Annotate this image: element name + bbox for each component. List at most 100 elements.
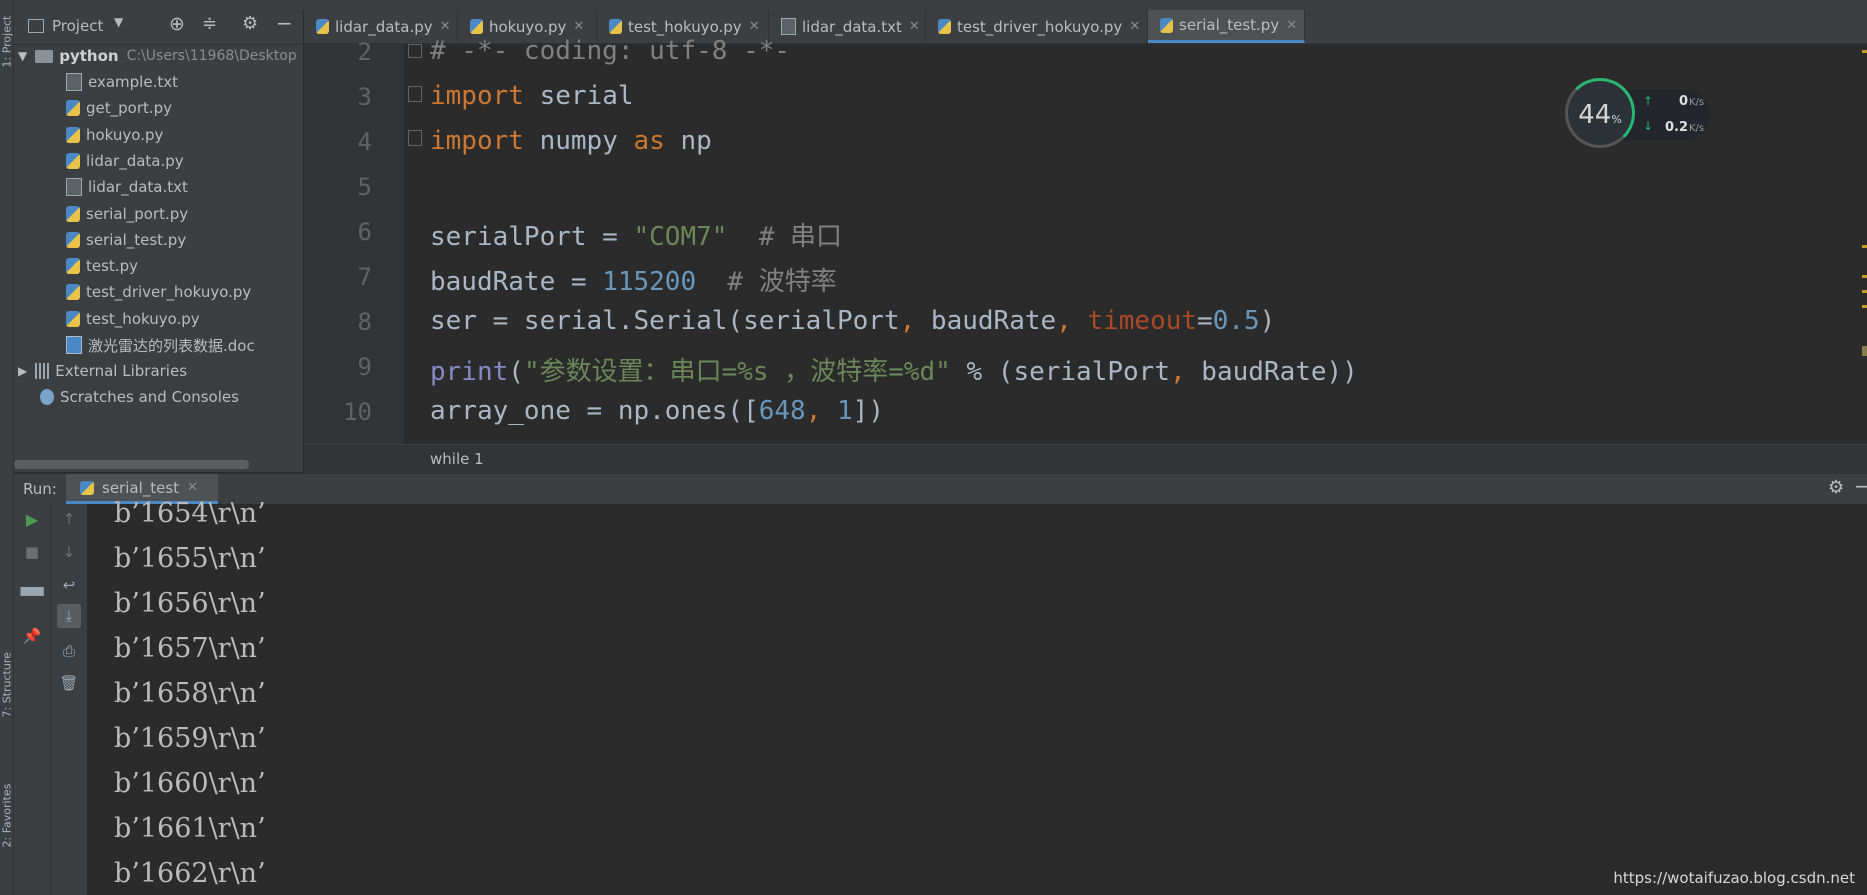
tree-file-label: serial_test.py — [86, 230, 187, 249]
tree-file-item[interactable]: hokuyo.py — [66, 123, 163, 147]
folder-icon — [35, 49, 54, 63]
stop-icon[interactable]: ■ — [23, 543, 41, 561]
collapse-all-icon[interactable]: ≑ — [202, 13, 217, 34]
tree-file-label: serial_port.py — [86, 204, 189, 223]
fold-marker-icon[interactable] — [408, 130, 422, 146]
python-file-icon — [1160, 17, 1173, 33]
run-tab-label: serial_test — [102, 478, 180, 497]
locate-icon[interactable]: ⊕ — [169, 13, 185, 35]
structure-tool-tab[interactable]: 7: Structure — [1, 652, 14, 717]
pin-icon[interactable]: 📌 — [23, 627, 42, 645]
scroll-marker — [1862, 290, 1867, 293]
editor-tab-label: test_driver_hokuyo.py — [957, 17, 1123, 36]
python-file-icon — [316, 19, 329, 34]
editor-tab-label: serial_test.py — [1179, 16, 1280, 34]
project-horizontal-scrollbar[interactable] — [14, 460, 249, 469]
code-line-8: ser = serial.Serial(serialPort, baudRate… — [430, 306, 1276, 336]
python-file-icon — [470, 19, 483, 34]
chevron-right-icon[interactable]: ▶ — [18, 364, 27, 378]
root-folder-path: C:\Users\11968\Desktop — [126, 48, 297, 64]
line-number: 6 — [357, 218, 372, 246]
favorites-tool-tab[interactable]: 2: Favorites — [1, 784, 14, 848]
tree-file-item[interactable]: test_hokuyo.py — [66, 307, 200, 331]
tree-root-python[interactable]: ▼ python C:\Users\11968\Desktop — [18, 44, 297, 68]
run-toolbar-primary: ▶ ■ ▀▀ 📌 — [14, 504, 51, 895]
tree-file-item[interactable]: test_driver_hokuyo.py — [66, 280, 251, 304]
text-file-icon — [66, 73, 82, 91]
editor-tab-label: hokuyo.py — [489, 17, 567, 36]
editor-tab[interactable]: serial_test.py ✕ — [1148, 10, 1305, 43]
scratches-label: Scratches and Consoles — [60, 388, 239, 406]
line-number: 7 — [357, 263, 372, 291]
print-icon[interactable]: ⎙ — [60, 642, 78, 660]
minimize-icon[interactable]: − — [1854, 474, 1867, 498]
python-file-icon — [938, 19, 951, 34]
tree-file-item[interactable]: serial_port.py — [66, 202, 188, 226]
console-output-line: b’1658\r\n’ — [114, 678, 266, 709]
python-file-icon — [66, 126, 80, 143]
library-icon — [35, 363, 50, 379]
tree-scratches[interactable]: Scratches and Consoles — [40, 385, 239, 409]
fold-marker-icon[interactable] — [408, 86, 422, 102]
gear-icon[interactable]: ⚙ — [1828, 477, 1844, 498]
tree-file-item[interactable]: lidar_data.py — [66, 149, 184, 173]
left-tool-strip: 1: Project 7: Structure 2: Favorites — [0, 0, 14, 895]
arrow-down-icon[interactable]: ↓ — [60, 543, 78, 561]
project-view-icon[interactable] — [28, 19, 44, 33]
tree-file-label: test_hokuyo.py — [86, 309, 200, 328]
python-file-icon — [66, 284, 80, 301]
tree-file-item[interactable]: lidar_data.txt — [66, 175, 188, 199]
soft-wrap-icon[interactable]: ↩ — [60, 576, 78, 594]
close-icon[interactable]: ✕ — [440, 19, 451, 34]
chevron-down-icon[interactable]: ▼ — [18, 49, 27, 63]
close-icon[interactable]: ✕ — [187, 480, 198, 495]
root-folder-name: python — [59, 47, 119, 65]
code-line-7: baudRate = 115200 # 波特率 — [430, 267, 837, 297]
download-speed-unit: K/s — [1689, 123, 1705, 134]
python-file-icon — [66, 310, 80, 327]
editor-tab[interactable]: lidar_data.txt ✕ — [769, 10, 926, 43]
chevron-down-icon[interactable]: ▼ — [114, 15, 123, 29]
scroll-marker — [1862, 245, 1867, 248]
code-line-3: import serial — [430, 81, 634, 111]
project-view-selector[interactable]: Project — [52, 17, 103, 35]
project-tool-tab[interactable]: 1: Project — [1, 16, 14, 68]
tree-file-item[interactable]: test.py — [66, 254, 138, 278]
python-file-icon — [66, 258, 80, 275]
python-icon — [80, 480, 94, 495]
minimize-icon[interactable]: − — [276, 11, 293, 35]
console-output-line: b’1661\r\n’ — [114, 813, 266, 844]
close-icon[interactable]: ✕ — [1129, 19, 1140, 34]
tree-file-item[interactable]: get_port.py — [66, 96, 172, 120]
console-output-line: b’1655\r\n’ — [114, 543, 266, 574]
tree-file-item[interactable]: 激光雷达的列表数据.doc — [66, 333, 255, 357]
tree-file-label: get_port.py — [86, 99, 173, 118]
editor-tab-label: test_hokuyo.py — [628, 17, 742, 36]
tree-external-libraries[interactable]: ▶ External Libraries — [18, 359, 187, 383]
scroll-marker — [1862, 305, 1867, 308]
rerun-play-icon[interactable]: ▶ — [23, 510, 41, 529]
close-icon[interactable]: ✕ — [909, 19, 920, 34]
close-icon[interactable]: ✕ — [749, 19, 760, 34]
tree-file-item[interactable]: serial_test.py — [66, 228, 186, 252]
code-line-6: serialPort = "COM7" # 串口 — [430, 222, 843, 252]
editor-tab[interactable]: test_driver_hokuyo.py ✕ — [926, 10, 1148, 43]
breadcrumb-item[interactable]: while 1 — [430, 450, 484, 468]
run-console[interactable] — [87, 504, 1867, 895]
close-icon[interactable]: ✕ — [573, 19, 584, 34]
fold-marker-icon[interactable] — [408, 44, 422, 58]
scroll-marker — [1862, 346, 1867, 356]
scroll-marker — [1862, 275, 1867, 278]
close-icon[interactable]: ✕ — [1286, 18, 1297, 33]
run-label: Run: — [23, 480, 57, 498]
breadcrumb: while 1 — [304, 444, 1867, 473]
gear-icon[interactable]: ⚙ — [242, 13, 258, 34]
text-file-icon — [66, 178, 82, 197]
trash-icon[interactable]: 🗑 — [59, 674, 78, 692]
download-arrow-icon: ↓ — [1643, 119, 1654, 133]
arrow-up-icon[interactable]: ↑ — [60, 510, 78, 528]
layout-icon[interactable]: ▀▀ — [20, 587, 43, 605]
scroll-to-end-icon[interactable]: ⤓ — [57, 604, 81, 628]
tree-file-item[interactable]: example.txt — [66, 70, 178, 94]
tree-file-label: lidar_data.py — [86, 151, 184, 170]
